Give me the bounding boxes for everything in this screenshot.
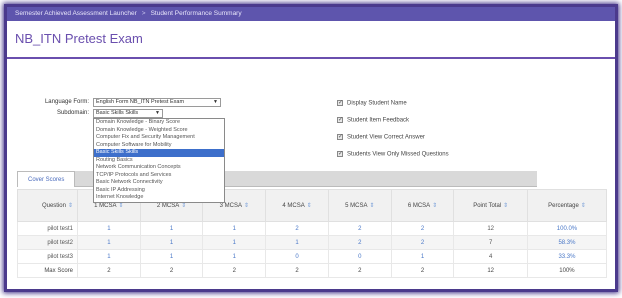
percentage-cell[interactable]: 58.3%: [526, 235, 608, 250]
sort-icon[interactable]: ⇕: [307, 203, 312, 209]
sort-icon[interactable]: ⇕: [181, 203, 186, 209]
breadcrumb-separator: >: [141, 10, 146, 17]
dropdown-option-selected[interactable]: Basic Skills Skills: [94, 149, 224, 157]
table-row: pilot test2 1 1 1 1 2 2 7 58.3%: [17, 235, 608, 250]
max-cell: 2: [390, 263, 455, 278]
row-name: pilot test2: [17, 235, 78, 250]
max-cell: 12: [453, 263, 528, 278]
checkbox[interactable]: [337, 150, 343, 157]
dropdown-option[interactable]: Computer Software for Mobility: [94, 142, 224, 150]
sort-icon[interactable]: ⇕: [244, 203, 249, 209]
chevron-down-icon: ▼: [155, 110, 160, 116]
column-header-q5[interactable]: 5 MCSA ⇕: [327, 189, 392, 222]
score-cell[interactable]: 1: [77, 235, 141, 250]
dropdown-option[interactable]: TCP/IP Protocols and Services: [94, 172, 224, 180]
score-cell[interactable]: 1: [265, 235, 329, 250]
table-row: pilot test3 1 1 1 0 0 1 4 33.3%: [17, 249, 608, 264]
score-cell[interactable]: 2: [390, 221, 455, 236]
dropdown-option[interactable]: Computer Fix and Security Management: [94, 134, 224, 142]
chevron-down-icon: ▼: [213, 99, 218, 105]
breadcrumb-item-launcher[interactable]: Semester Achieved Assessment Launcher: [15, 10, 137, 17]
point-total-cell: 7: [453, 235, 528, 250]
sort-icon[interactable]: ⇕: [119, 203, 124, 209]
score-cell[interactable]: 1: [139, 221, 204, 236]
breadcrumb: Semester Achieved Assessment Launcher > St…: [7, 7, 615, 21]
row-name: Max Score: [17, 263, 78, 278]
dropdown-option[interactable]: Domain Knowledge - Binary Score: [94, 119, 224, 127]
score-cell[interactable]: 0: [327, 249, 392, 264]
score-cell[interactable]: 1: [202, 235, 267, 250]
score-cell[interactable]: 1: [139, 235, 204, 250]
score-cell[interactable]: 1: [77, 249, 141, 264]
column-header-q6[interactable]: 6 MCSA ⇕: [390, 189, 455, 222]
checkbox[interactable]: [337, 99, 343, 106]
language-form-label: Language Form:: [44, 99, 89, 105]
subdomain-label: Subdomain:: [56, 110, 89, 116]
breadcrumb-item-summary: Student Performance Summary: [150, 10, 242, 17]
max-cell: 100%: [526, 263, 608, 278]
column-header-question[interactable]: Question ⇕: [17, 189, 78, 222]
page-title: NB_ITN Pretest Exam: [15, 31, 143, 46]
language-form-select[interactable]: English Form NB_ITN Pretest Exam ▼: [93, 98, 221, 107]
score-cell[interactable]: 1: [202, 221, 267, 236]
dropdown-option[interactable]: Basic IP Addressing: [94, 187, 224, 195]
option-student-view-correct-answer[interactable]: Student View Correct Answer: [337, 133, 425, 142]
score-cell[interactable]: 1: [202, 249, 267, 264]
table-row-max-score: Max Score 2 2 2 2 2 2 12 100%: [17, 263, 608, 278]
point-total-cell: 4: [453, 249, 528, 264]
dropdown-option[interactable]: Basic Network Connectivity: [94, 179, 224, 187]
max-cell: 2: [327, 263, 392, 278]
dropdown-option[interactable]: Internet Knowledge: [94, 194, 224, 202]
app-frame: Semester Achieved Assessment Launcher > St…: [4, 4, 618, 292]
column-header-percentage[interactable]: Percentage ⇕: [526, 189, 608, 222]
percentage-cell[interactable]: 100.0%: [526, 221, 608, 236]
checkbox[interactable]: [337, 133, 343, 140]
checkbox[interactable]: [337, 116, 343, 123]
subdomain-dropdown: Domain Knowledge - Binary Score Domain K…: [93, 118, 225, 203]
tab-cover-scores[interactable]: Cover Scores: [17, 171, 76, 187]
sort-icon[interactable]: ⇕: [581, 203, 586, 209]
score-cell[interactable]: 1: [139, 249, 204, 264]
score-cell[interactable]: 2: [265, 221, 329, 236]
column-header-q4[interactable]: 4 MCSA ⇕: [265, 189, 329, 222]
max-cell: 2: [139, 263, 204, 278]
score-cell[interactable]: 2: [327, 221, 392, 236]
dropdown-option[interactable]: Routing Basics: [94, 157, 224, 165]
sort-icon[interactable]: ⇕: [369, 203, 374, 209]
percentage-cell[interactable]: 33.3%: [526, 249, 608, 264]
score-cell[interactable]: 2: [390, 235, 455, 250]
row-name: pilot test1: [17, 221, 78, 236]
sort-icon[interactable]: ⇕: [432, 203, 437, 209]
score-cell[interactable]: 0: [265, 249, 329, 264]
max-cell: 2: [202, 263, 267, 278]
subdomain-value: Basic Skills Skills: [96, 110, 139, 116]
subdomain-select[interactable]: Basic Skills Skills ▼: [93, 109, 163, 118]
point-total-cell: 12: [453, 221, 528, 236]
language-form-value: English Form NB_ITN Pretest Exam: [96, 99, 185, 105]
score-cell[interactable]: 1: [390, 249, 455, 264]
sort-icon[interactable]: ⇕: [503, 203, 508, 209]
sort-icon[interactable]: ⇕: [68, 203, 73, 209]
dropdown-option[interactable]: Network Communication Concepts: [94, 164, 224, 172]
column-header-point-total[interactable]: Point Total ⇕: [453, 189, 528, 222]
score-cell[interactable]: 2: [327, 235, 392, 250]
table-row: pilot test1 1 1 1 2 2 2 12 100.0%: [17, 221, 608, 236]
row-name: pilot test3: [17, 249, 78, 264]
max-cell: 2: [77, 263, 141, 278]
score-cell[interactable]: 1: [77, 221, 141, 236]
option-display-student-name[interactable]: Display Student Name: [337, 99, 407, 108]
dropdown-option[interactable]: Domain Knowledge - Weighted Score: [94, 127, 224, 135]
title-bar: NB_ITN Pretest Exam: [7, 21, 615, 59]
option-students-view-missed[interactable]: Students View Only Missed Questions: [337, 150, 449, 159]
option-student-item-feedback[interactable]: Student Item Feedback: [337, 116, 409, 125]
max-cell: 2: [265, 263, 329, 278]
